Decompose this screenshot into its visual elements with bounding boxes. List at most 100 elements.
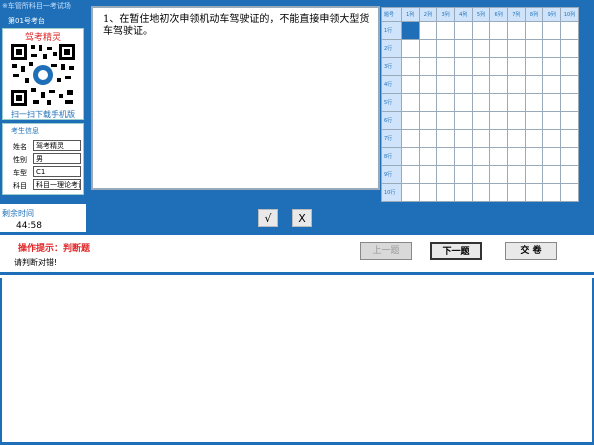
grid-question-cell[interactable] [489,165,508,184]
grid-question-cell[interactable] [542,57,562,76]
grid-question-cell[interactable] [471,75,491,94]
grid-question-cell[interactable] [400,129,420,148]
grid-question-cell[interactable] [489,183,508,202]
grid-question-cell[interactable] [471,39,491,58]
grid-question-cell[interactable] [400,21,420,40]
grid-question-cell[interactable] [471,111,491,130]
grid-question-cell[interactable] [471,129,491,148]
grid-question-cell[interactable] [524,183,544,202]
grid-question-cell[interactable] [560,93,579,112]
grid-question-cell[interactable] [453,165,473,184]
next-question-button[interactable]: 下一题 [430,242,482,260]
grid-question-cell[interactable] [400,147,420,166]
grid-question-cell[interactable] [524,57,544,76]
grid-question-cell[interactable] [471,183,491,202]
answer-false-button[interactable]: X [292,209,312,227]
submit-exam-button[interactable]: 交 卷 [505,242,557,260]
grid-question-cell[interactable] [506,21,526,40]
grid-question-cell[interactable] [506,57,526,76]
grid-question-cell[interactable] [418,57,438,76]
grid-question-cell[interactable] [506,111,526,130]
grid-question-cell[interactable] [506,39,526,58]
grid-question-cell[interactable] [524,21,544,40]
grid-question-cell[interactable] [560,39,579,58]
grid-question-cell[interactable] [400,75,420,94]
grid-question-cell[interactable] [524,39,544,58]
grid-question-cell[interactable] [418,93,438,112]
grid-question-cell[interactable] [400,93,420,112]
grid-question-cell[interactable] [524,147,544,166]
grid-question-cell[interactable] [418,165,438,184]
grid-question-cell[interactable] [400,111,420,130]
grid-question-cell[interactable] [489,39,508,58]
grid-question-cell[interactable] [400,165,420,184]
grid-question-cell[interactable] [400,183,420,202]
grid-question-cell[interactable] [453,111,473,130]
grid-question-cell[interactable] [436,93,455,112]
grid-question-cell[interactable] [436,147,455,166]
grid-question-cell[interactable] [436,183,455,202]
grid-question-cell[interactable] [400,39,420,58]
grid-question-cell[interactable] [489,147,508,166]
grid-question-cell[interactable] [453,39,473,58]
grid-question-cell[interactable] [489,75,508,94]
grid-question-cell[interactable] [471,57,491,76]
grid-question-cell[interactable] [560,75,579,94]
grid-question-cell[interactable] [524,75,544,94]
grid-question-cell[interactable] [560,21,579,40]
grid-question-cell[interactable] [542,39,562,58]
grid-question-cell[interactable] [489,93,508,112]
grid-question-cell[interactable] [506,147,526,166]
grid-question-cell[interactable] [506,183,526,202]
grid-question-cell[interactable] [489,57,508,76]
grid-question-cell[interactable] [453,57,473,76]
grid-question-cell[interactable] [453,93,473,112]
grid-question-cell[interactable] [542,165,562,184]
grid-question-cell[interactable] [489,129,508,148]
grid-question-cell[interactable] [524,93,544,112]
previous-question-button[interactable]: 上一题 [360,242,412,260]
grid-question-cell[interactable] [524,165,544,184]
grid-question-cell[interactable] [436,129,455,148]
answer-true-button[interactable]: √ [258,209,278,227]
grid-question-cell[interactable] [489,21,508,40]
grid-question-cell[interactable] [418,147,438,166]
grid-question-cell[interactable] [471,21,491,40]
grid-question-cell[interactable] [418,129,438,148]
grid-question-cell[interactable] [506,75,526,94]
grid-question-cell[interactable] [400,57,420,76]
grid-question-cell[interactable] [560,57,579,76]
grid-question-cell[interactable] [436,111,455,130]
grid-question-cell[interactable] [506,165,526,184]
grid-question-cell[interactable] [560,165,579,184]
grid-question-cell[interactable] [506,129,526,148]
grid-question-cell[interactable] [436,21,455,40]
grid-question-cell[interactable] [542,183,562,202]
grid-question-cell[interactable] [453,183,473,202]
grid-question-cell[interactable] [436,165,455,184]
grid-question-cell[interactable] [542,147,562,166]
grid-question-cell[interactable] [560,111,579,130]
grid-question-cell[interactable] [436,57,455,76]
grid-question-cell[interactable] [453,75,473,94]
grid-question-cell[interactable] [418,111,438,130]
grid-question-cell[interactable] [560,129,579,148]
grid-question-cell[interactable] [489,111,508,130]
grid-question-cell[interactable] [436,39,455,58]
grid-question-cell[interactable] [418,183,438,202]
grid-question-cell[interactable] [542,21,562,40]
grid-question-cell[interactable] [471,93,491,112]
grid-question-cell[interactable] [418,39,438,58]
grid-question-cell[interactable] [524,111,544,130]
grid-question-cell[interactable] [542,75,562,94]
grid-question-cell[interactable] [542,111,562,130]
grid-question-cell[interactable] [506,93,526,112]
grid-question-cell[interactable] [418,21,438,40]
grid-question-cell[interactable] [453,129,473,148]
grid-question-cell[interactable] [560,147,579,166]
grid-question-cell[interactable] [471,147,491,166]
grid-question-cell[interactable] [542,129,562,148]
grid-question-cell[interactable] [453,21,473,40]
grid-question-cell[interactable] [471,165,491,184]
grid-question-cell[interactable] [418,75,438,94]
